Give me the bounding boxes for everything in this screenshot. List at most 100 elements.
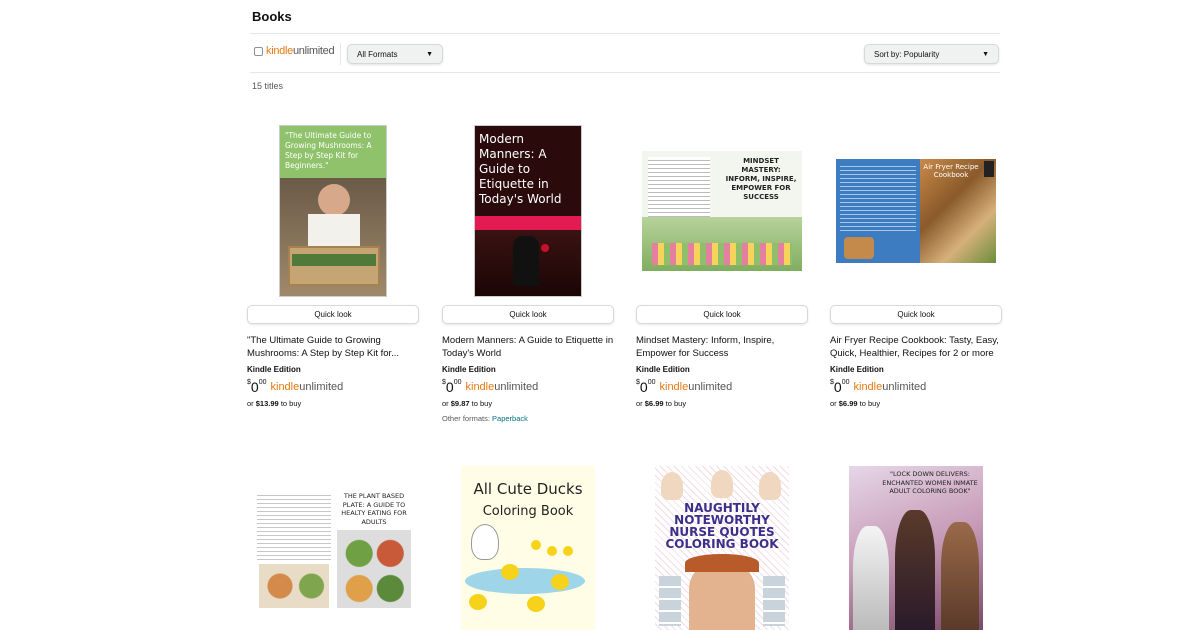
cover-link[interactable]: All Cute Ducks Coloring Book <box>442 466 614 630</box>
quick-look-button[interactable]: Quick look <box>247 305 419 324</box>
edition-label: Kindle Edition <box>247 365 301 374</box>
cover-link[interactable]: MINDSET MASTERY: INFORM, INSPIRE, EMPOWE… <box>636 121 808 301</box>
edition-label: Kindle Edition <box>442 365 496 374</box>
ku-unlimited-text: unlimited <box>299 381 344 393</box>
buy-price-line: or $6.99 to buy <box>830 399 880 408</box>
cover-duckling <box>563 546 573 556</box>
divider <box>250 72 1000 73</box>
book-cover[interactable]: NAUGHTILY NOTEWORTHY NURSE QUOTES COLORI… <box>655 466 789 630</box>
book-cover[interactable]: Air Fryer Recipe Cookbook <box>836 159 996 263</box>
book-title-link[interactable]: Modern Manners: A Guide to Etiquette in … <box>442 334 614 360</box>
product-card: NAUGHTILY NOTEWORTHY NURSE QUOTES COLORI… <box>636 466 808 630</box>
divider <box>250 33 1000 34</box>
price-whole: 0 <box>833 379 842 395</box>
book-cover[interactable]: Modern Manners: A Guide to Etiquette in … <box>474 125 582 297</box>
cover-nurse-figure <box>759 472 781 500</box>
to-buy-text: to buy <box>665 399 687 408</box>
cover-duckling <box>531 540 541 550</box>
cover-nurse-hair <box>685 554 759 572</box>
ku-kindle-text: kindle <box>270 381 300 393</box>
quick-look-button[interactable]: Quick look <box>830 305 1002 324</box>
cover-dish <box>844 237 874 259</box>
buy-price[interactable]: $13.99 <box>256 399 279 408</box>
book-cover[interactable]: "LOCK DOWN DELIVERS: ENCHANTED WOMEN INM… <box>849 466 983 630</box>
cover-link[interactable]: NAUGHTILY NOTEWORTHY NURSE QUOTES COLORI… <box>636 466 808 630</box>
cover-title: THE PLANT BASED PLATE: A GUIDE TO HEALTY… <box>341 492 407 526</box>
filter-separator <box>340 43 341 65</box>
to-buy-text: to buy <box>471 399 493 408</box>
kindle-unlimited-checkbox[interactable] <box>254 46 263 56</box>
cover-photo-rose <box>541 244 549 252</box>
cover-link[interactable]: "LOCK DOWN DELIVERS: ENCHANTED WOMEN INM… <box>830 466 1002 630</box>
results-container: Books kindleunlimited All Formats ▼ Sort… <box>247 0 1002 630</box>
formats-dropdown[interactable]: All Formats ▼ <box>347 44 443 64</box>
price-row: $000 kindleunlimited <box>442 378 538 396</box>
price-fraction: 00 <box>453 379 462 386</box>
page-title: Books <box>252 9 292 24</box>
buy-price[interactable]: $6.99 <box>645 399 664 408</box>
sort-dropdown[interactable]: Sort by: Popularity ▼ <box>864 44 999 64</box>
cover-duckling <box>469 594 487 610</box>
ku-kindle-text: kindle <box>266 45 293 57</box>
kindle-unlimited-filter[interactable]: kindleunlimited <box>254 45 335 57</box>
price: $000 <box>830 378 850 396</box>
cover-nurse-figure <box>661 472 683 500</box>
other-formats: Other formats: Paperback <box>442 414 528 423</box>
cover-photo-face <box>318 184 350 216</box>
book-cover[interactable]: All Cute Ducks Coloring Book <box>461 466 595 630</box>
cover-title: All Cute Ducks <box>473 480 583 498</box>
cover-subtitle: Coloring Book <box>482 504 574 519</box>
cover-link[interactable]: Air Fryer Recipe Cookbook <box>830 121 1002 301</box>
ku-kindle-text: kindle <box>465 381 495 393</box>
cover-band <box>475 216 581 230</box>
to-buy-text: to buy <box>280 399 302 408</box>
product-card: THE PLANT BASED PLATE: A GUIDE TO HEALTY… <box>247 466 419 630</box>
price-whole: 0 <box>250 379 259 395</box>
cover-link[interactable]: "The Ultimate Guide to Growing Mushrooms… <box>247 121 419 301</box>
paperback-link[interactable]: Paperback <box>492 414 528 423</box>
buy-price[interactable]: $6.99 <box>839 399 858 408</box>
cover-link[interactable]: THE PLANT BASED PLATE: A GUIDE TO HEALTY… <box>247 466 419 630</box>
chevron-down-icon: ▼ <box>426 50 433 58</box>
cover-frames <box>763 576 785 626</box>
cover-title: Air Fryer Recipe Cookbook <box>923 163 979 179</box>
cover-link[interactable]: Modern Manners: A Guide to Etiquette in … <box>442 121 614 301</box>
price: $000 <box>636 378 656 396</box>
book-title-link[interactable]: "The Ultimate Guide to Growing Mushrooms… <box>247 334 419 360</box>
cover-flowers <box>652 243 792 265</box>
price-whole: 0 <box>639 379 648 395</box>
cover-nurse-portrait <box>689 562 755 630</box>
kindle-unlimited-logo: kindleunlimited <box>466 381 539 393</box>
cover-photo-crate <box>288 246 380 286</box>
cover-text-block <box>840 163 916 233</box>
price-row: $000 kindleunlimited <box>247 378 343 396</box>
book-title-link[interactable]: Mindset Mastery: Inform, Inspire, Empowe… <box>636 334 808 360</box>
price: $000 <box>442 378 462 396</box>
formats-dropdown-label: All Formats <box>357 49 398 59</box>
cover-title: "LOCK DOWN DELIVERS: ENCHANTED WOMEN INM… <box>882 470 978 495</box>
price-fraction: 00 <box>258 379 267 386</box>
book-cover[interactable]: THE PLANT BASED PLATE: A GUIDE TO HEALTY… <box>253 490 413 610</box>
cover-duck-white <box>471 524 499 560</box>
cover-photo-greens <box>292 254 376 266</box>
cover-photo-shirt <box>308 214 360 250</box>
cover-photo-figure <box>513 236 539 286</box>
price-fraction: 00 <box>841 379 850 386</box>
book-cover[interactable]: MINDSET MASTERY: INFORM, INSPIRE, EMPOWE… <box>642 151 802 271</box>
cover-duckling <box>527 596 545 612</box>
cover-food-photo <box>259 564 329 608</box>
quick-look-button[interactable]: Quick look <box>442 305 614 324</box>
kindle-unlimited-logo: kindleunlimited <box>266 45 335 57</box>
buy-price-line: or $9.87 to buy <box>442 399 492 408</box>
book-title-link[interactable]: Air Fryer Recipe Cookbook: Tasty, Easy, … <box>830 334 1002 360</box>
price-row: $000 kindleunlimited <box>830 378 926 396</box>
buy-price[interactable]: $9.87 <box>451 399 470 408</box>
quick-look-button[interactable]: Quick look <box>636 305 808 324</box>
results-count: 15 titles <box>252 81 284 91</box>
book-cover[interactable]: "The Ultimate Guide to Growing Mushrooms… <box>279 125 387 297</box>
price-whole: 0 <box>445 379 454 395</box>
other-formats-label: Other formats: <box>442 414 490 423</box>
buy-price-line: or $6.99 to buy <box>636 399 686 408</box>
ku-unlimited-text: unlimited <box>292 45 335 57</box>
ku-unlimited-text: unlimited <box>494 381 539 393</box>
